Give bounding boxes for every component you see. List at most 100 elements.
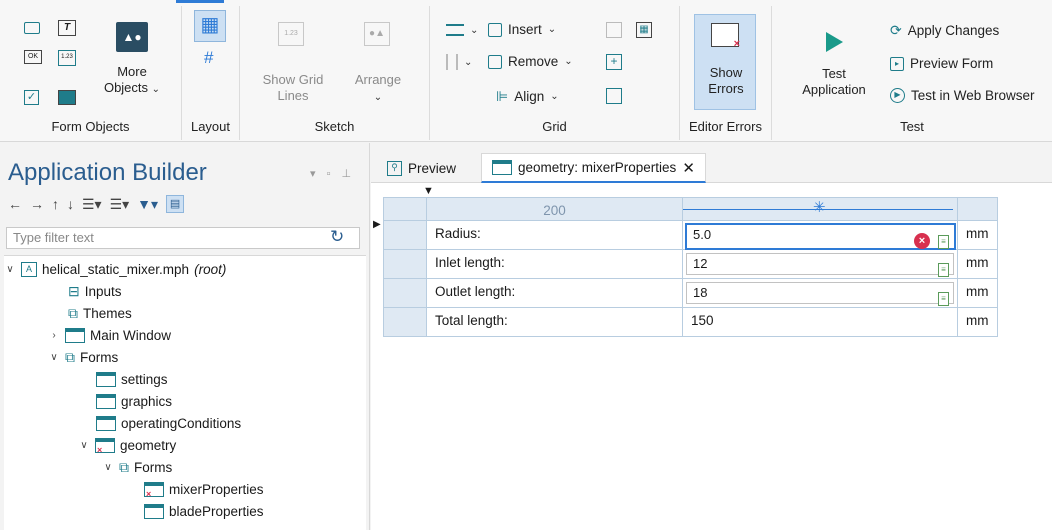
chevron-down-icon[interactable]: ∨	[78, 440, 90, 451]
chevron-down-icon[interactable]: ∨	[4, 264, 16, 275]
tree-node-form-geometry[interactable]: ∨ × geometry	[78, 434, 176, 456]
tree-node-root[interactable]: ∨ A helical_static_mixer.mph (root)	[4, 258, 226, 280]
show-details-icon[interactable]: ▤	[166, 195, 185, 213]
back-arrow-icon[interactable]: ←	[8, 196, 22, 212]
remove-button[interactable]: Remove ⌄	[488, 54, 573, 69]
preview-form-button[interactable]: ▸ Preview Form	[890, 56, 993, 71]
align-label: Align	[514, 89, 545, 104]
tab-geometry-mixer-properties[interactable]: geometry: mixerProperties ✕	[481, 153, 706, 183]
tree-node-form-settings[interactable]: settings	[96, 368, 168, 390]
tree-node-form-graphics[interactable]: graphics	[96, 390, 172, 412]
show-grid-lines-button[interactable]: Show Grid Lines	[258, 72, 328, 104]
tree-node-form-blade-properties[interactable]: bladeProperties	[144, 500, 264, 522]
close-icon[interactable]: ✕	[682, 159, 695, 177]
row-label: Outlet length:	[427, 279, 683, 308]
tree-node-themes[interactable]: ⧉ Themes	[68, 302, 132, 324]
test-in-web-browser-button[interactable]: ▶ Test in Web Browser	[890, 88, 1035, 103]
tree-node-label: graphics	[121, 393, 173, 409]
column-marker-icon: ▼	[423, 185, 434, 197]
application-builder-panel: Application Builder ▾ ▫ ⊥ ← → ↑ ↓ ☰▾ ☰▾ …	[0, 143, 370, 530]
expand-all-icon[interactable]: ☰▾	[110, 196, 130, 213]
inputs-icon: ⊟	[68, 282, 80, 299]
apply-changes-button[interactable]: ⟳ Apply Changes	[890, 22, 999, 39]
insert-button[interactable]: Insert ⌄	[488, 22, 556, 37]
row-unit: mm	[958, 221, 998, 250]
error-icon[interactable]: ×	[914, 233, 930, 249]
tree-node-forms[interactable]: ∨ ⧉ Forms	[48, 346, 118, 368]
tab-label: geometry: mixerProperties	[518, 160, 677, 175]
tree-node-subforms[interactable]: ∨ ⧉ Forms	[102, 456, 172, 478]
test-application-button[interactable]: Test Application	[794, 66, 874, 98]
button-object-icon[interactable]	[24, 22, 40, 34]
chevron-down-icon: ⌄	[550, 91, 559, 102]
move-down-arrow-icon[interactable]: ↓	[67, 196, 74, 212]
preview-form-icon: ▸	[890, 56, 904, 71]
text-object-icon[interactable]: T	[58, 20, 76, 36]
outlet-length-input[interactable]: 18	[686, 282, 954, 304]
tree-node-form-operating-conditions[interactable]: operatingConditions	[96, 412, 241, 434]
show-errors-button[interactable]: × Show Errors	[694, 14, 756, 110]
inlet-length-input[interactable]: 12	[686, 253, 954, 275]
grid-group: ⌄ ⌄ Insert ⌄ Remove ⌄ ⊫ Align ⌄ ▦ + Grid	[430, 6, 680, 140]
column-insert-control[interactable]: ⌄	[446, 54, 472, 70]
column-width-header[interactable]: 200	[427, 197, 683, 221]
tree-node-form-mixer-properties[interactable]: × mixerProperties	[144, 478, 264, 500]
tab-label: Preview	[408, 160, 457, 176]
table-icon[interactable]: ▦	[636, 22, 652, 38]
tree-filter-input[interactable]: Type filter text	[6, 227, 360, 249]
remove-icon	[488, 54, 502, 69]
collapse-all-icon[interactable]: ☰▾	[82, 196, 102, 213]
align-button[interactable]: ⊫ Align ⌄	[496, 88, 559, 105]
arrange-button[interactable]: Arrange ⌄	[348, 72, 408, 106]
chevron-down-icon[interactable]: ∨	[102, 462, 114, 473]
editor-errors-group-label: Editor Errors	[689, 119, 762, 134]
row-marker-icon: ▶	[373, 219, 381, 230]
tree-node-inputs[interactable]: ⊟ Inputs	[68, 280, 122, 302]
forward-arrow-icon[interactable]: →	[30, 196, 44, 212]
merge-cells-icon[interactable]: +	[606, 54, 622, 70]
panel-window-controls[interactable]: ▾ ▫ ⊥	[310, 167, 355, 180]
chevron-down-icon[interactable]: ∨	[48, 352, 60, 363]
number-input-icon[interactable]: 1.23	[58, 50, 76, 66]
ribbon: T OK 1.23 ✓ ▲● More Objects ⌄ Form Objec…	[0, 0, 1052, 142]
tab-preview[interactable]: ⚲ Preview	[377, 153, 466, 183]
row-header[interactable]	[383, 279, 427, 308]
form-error-icon: ×	[95, 437, 115, 455]
calculator-icon[interactable]: ≡	[938, 263, 949, 277]
form-icon	[96, 393, 116, 409]
row-label: Radius:	[427, 221, 683, 250]
row-insert-control[interactable]: ⌄	[446, 24, 478, 36]
row-header[interactable]	[383, 221, 427, 250]
ok-button-icon[interactable]: OK	[24, 50, 42, 64]
sizing-icon[interactable]: #	[204, 48, 213, 68]
move-up-arrow-icon[interactable]: ↑	[52, 196, 59, 212]
calculator-icon[interactable]: ≡	[938, 235, 949, 249]
more-objects-button[interactable]: More Objects ⌄	[96, 64, 168, 98]
calculator-icon[interactable]: ≡	[938, 292, 949, 306]
chevron-right-icon[interactable]: ›	[48, 330, 60, 341]
sketch-group-label: Sketch	[314, 119, 355, 134]
form-objects-group: T OK 1.23 ✓ ▲● More Objects ⌄ Form Objec…	[0, 6, 182, 140]
cell-icon	[606, 22, 622, 38]
chevron-down-icon: ⌄	[564, 56, 573, 67]
form-objects-group-label: Form Objects	[51, 119, 130, 134]
grid-layout-icon[interactable]: ▦	[194, 10, 226, 42]
arrange-label: Arrange	[354, 72, 402, 87]
row-header[interactable]	[383, 308, 427, 337]
row-unit: mm	[958, 279, 998, 308]
tree-node-main-window[interactable]: › Main Window	[48, 324, 171, 346]
error-mark-icon: ×	[146, 488, 152, 499]
row-header[interactable]	[383, 250, 427, 279]
graphics-object-icon[interactable]	[58, 90, 76, 105]
refresh-icon[interactable]: ↻	[330, 227, 344, 247]
column-header-unit[interactable]	[958, 197, 998, 221]
grid-corner-cell	[383, 197, 427, 221]
form-editor-panel: ⚲ Preview geometry: mixerProperties ✕ ▼ …	[371, 143, 1052, 530]
split-cells-icon[interactable]	[606, 88, 622, 104]
more-objects-icon[interactable]: ▲●	[116, 22, 148, 52]
preview-form-label: Preview Form	[910, 56, 994, 71]
tree-node-label: Themes	[83, 305, 132, 321]
column-header-stretch[interactable]: ✳	[683, 197, 958, 221]
checkbox-object-icon[interactable]: ✓	[24, 90, 39, 105]
filter-icon[interactable]: ▼▾	[137, 196, 158, 213]
